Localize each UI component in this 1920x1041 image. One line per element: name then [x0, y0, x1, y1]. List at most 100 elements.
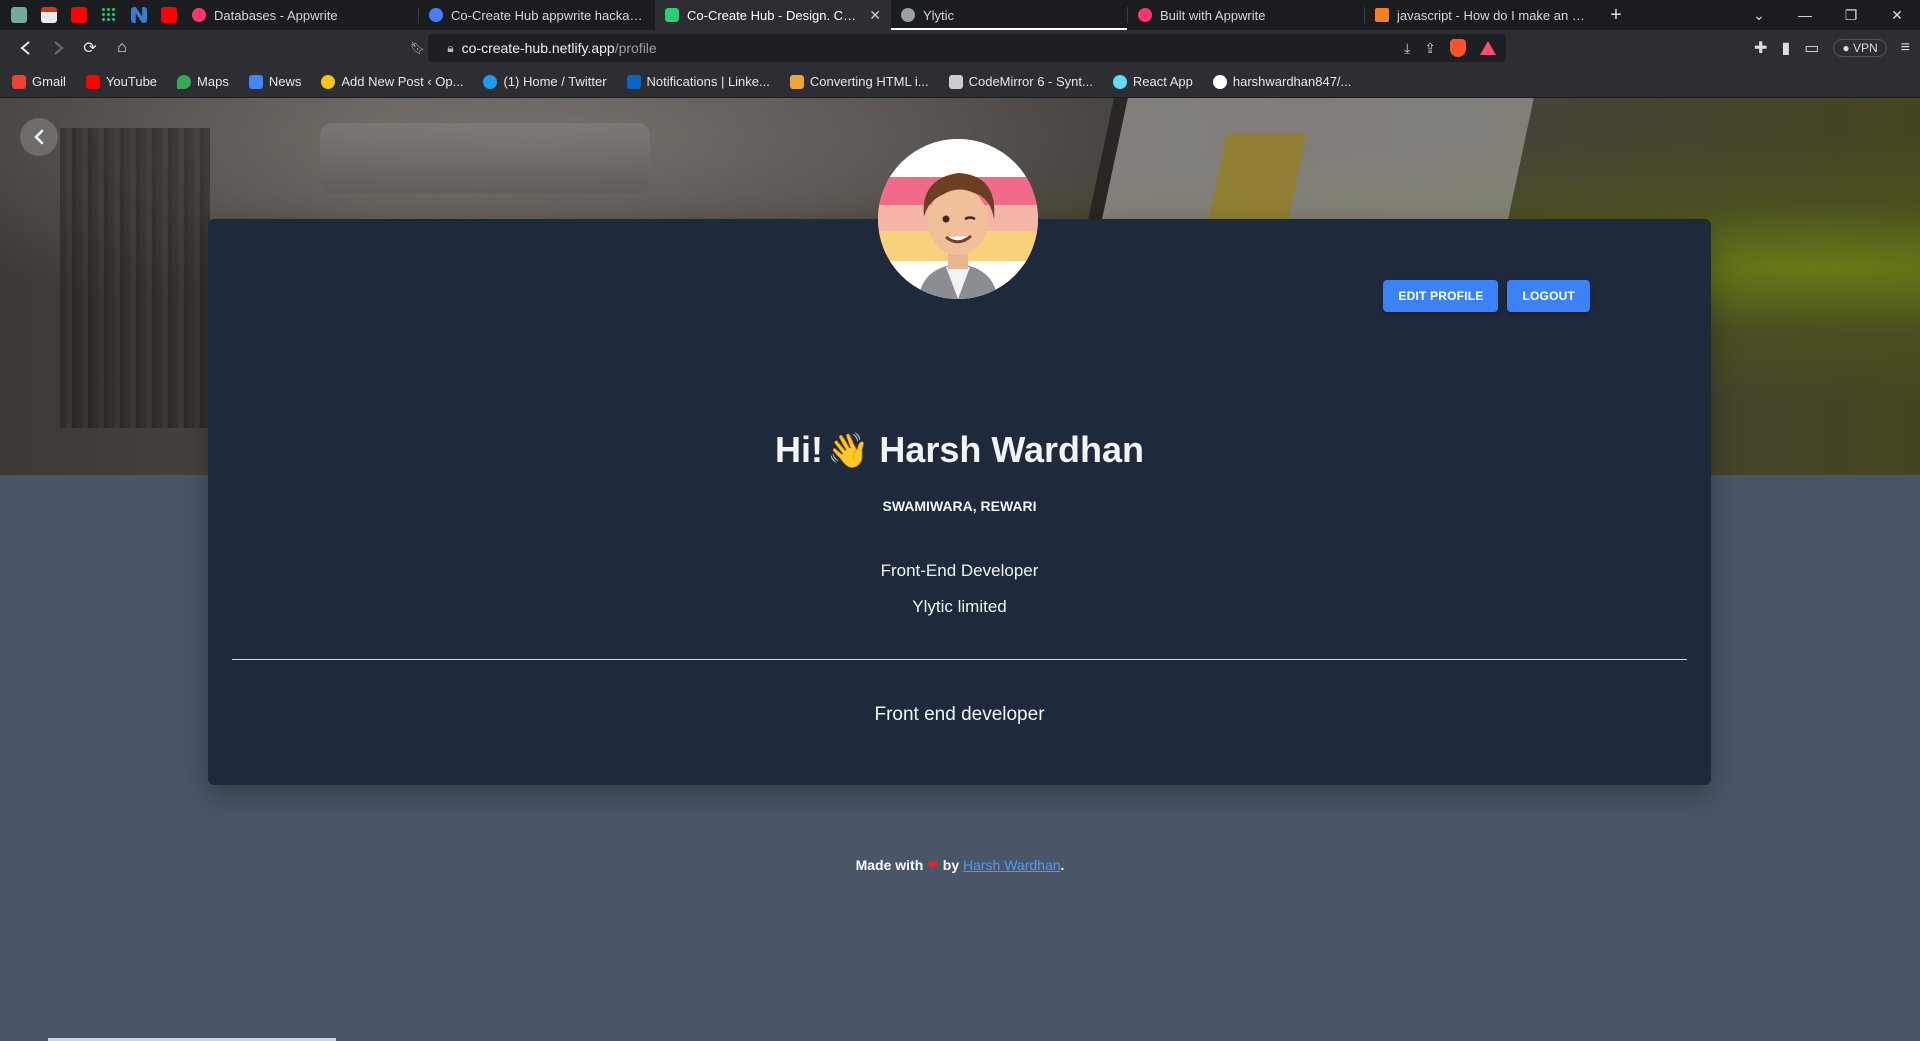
window-close-button[interactable]: ✕: [1874, 0, 1920, 30]
pinned-tab-calendar[interactable]: [36, 2, 62, 28]
close-icon[interactable]: ✕: [869, 7, 881, 24]
news-icon: [248, 74, 263, 89]
bookmark-maps[interactable]: Maps: [177, 74, 229, 89]
bookmark-news[interactable]: News: [248, 74, 302, 89]
reload-icon[interactable]: ⟳: [74, 34, 106, 62]
url-host: co-create-hub.netlify.app: [461, 40, 615, 56]
wallet-icon[interactable]: ▭: [1804, 38, 1819, 58]
bookmark-react-app[interactable]: React App: [1112, 74, 1193, 89]
globe-icon: [901, 8, 915, 22]
profile-location: SWAMIWARA, REWARI: [882, 498, 1037, 514]
brave-rewards-icon[interactable]: [1480, 41, 1496, 55]
co-create-hub-icon: [665, 8, 679, 22]
bookmark-add-new-post[interactable]: Add New Post ‹ Op...: [321, 74, 463, 89]
restore-button[interactable]: ❐: [1828, 0, 1874, 30]
home-icon[interactable]: ⌂: [106, 34, 138, 62]
bookmark-label: (1) Home / Twitter: [503, 74, 607, 89]
youtube-icon: [71, 7, 87, 23]
n-logo-icon: [131, 7, 147, 23]
footer-by: by: [942, 857, 960, 873]
avatar: [878, 139, 1038, 299]
bookmark-gmail[interactable]: Gmail: [12, 74, 66, 89]
linkedin-icon: [626, 74, 641, 89]
edit-profile-button[interactable]: EDIT PROFILE: [1383, 280, 1499, 312]
extensions-icon[interactable]: ✚: [1754, 38, 1767, 58]
profile-company: Ylytic limited: [912, 597, 1007, 616]
bookmark-label: CodeMirror 6 - Synt...: [968, 74, 1093, 89]
pinned-tab-n[interactable]: [126, 2, 152, 28]
profile-page: EDIT PROFILE LOGOUT Hi! 👋 Harsh Wardhan SW…: [0, 98, 1920, 1041]
minimize-button[interactable]: —: [1782, 0, 1828, 30]
install-app-icon[interactable]: ⤓: [1404, 40, 1410, 57]
maps-pin-icon: [177, 74, 192, 89]
profile-card: EDIT PROFILE LOGOUT Hi! 👋 Harsh Wardhan SW…: [208, 139, 1711, 785]
pinned-tab-chatgpt[interactable]: [6, 2, 32, 28]
lock-icon[interactable]: 🔒︎: [447, 41, 453, 56]
logout-button[interactable]: LOGOUT: [1507, 280, 1590, 312]
bookmark-codemirror[interactable]: CodeMirror 6 - Synt...: [948, 74, 1093, 89]
browser-nav-bar: ⟳ ⌂ 🔖︎ 🔒︎ co-create-hub.netlify.app/prof…: [0, 30, 1920, 66]
share-icon[interactable]: ⇪: [1424, 40, 1436, 57]
p-logo-icon: [789, 74, 804, 89]
back-arrow-icon[interactable]: [10, 34, 42, 62]
tab-3[interactable]: Ylytic: [891, 0, 1127, 30]
bookmark-twitter[interactable]: (1) Home / Twitter: [483, 74, 607, 89]
tab-5[interactable]: javascript - How do I make an array w: [1365, 0, 1601, 30]
bookmark-label: News: [268, 74, 302, 89]
appwrite-icon: [192, 8, 206, 22]
bookmark-label: harshwardhan847/...: [1232, 74, 1352, 89]
bookmark-label: Notifications | Linke...: [646, 74, 770, 89]
wave-emoji-icon: 👋: [826, 432, 870, 470]
page-footer: Made with ❤ by Harsh Wardhan.: [0, 857, 1920, 874]
url-path: /profile: [614, 40, 657, 56]
gmail-icon: [12, 74, 26, 89]
calendar-icon: [41, 7, 57, 23]
vpn-button[interactable]: ● VPN: [1833, 39, 1887, 57]
tab-search-chevron-icon[interactable]: ⌄: [1736, 0, 1782, 30]
chatgpt-icon: [11, 7, 27, 23]
new-tab-button[interactable]: +: [1601, 0, 1631, 30]
tab-4[interactable]: Built with Appwrite: [1128, 0, 1364, 30]
pinned-tab-youtube[interactable]: [66, 2, 92, 28]
bookmark-converting-html[interactable]: Converting HTML i...: [789, 74, 929, 89]
bookmark-label: Gmail: [32, 74, 66, 89]
stackoverflow-icon: [1375, 8, 1389, 22]
tab-1[interactable]: Co-Create Hub appwrite hackathon p: [419, 0, 655, 30]
address-bar[interactable]: 🔖︎ 🔒︎ co-create-hub.netlify.app/profile …: [410, 34, 1506, 62]
github-icon: [1212, 74, 1227, 89]
menu-icon[interactable]: ≡: [1901, 39, 1910, 57]
codemirror-icon: [948, 74, 963, 89]
pinned-tab-youtube-2[interactable]: [156, 2, 182, 28]
heart-icon: ❤: [927, 857, 939, 873]
bookmark-label: YouTube: [105, 74, 158, 89]
tab-label: Databases - Appwrite: [214, 7, 338, 23]
back-button[interactable]: [20, 118, 58, 156]
chevron-left-icon: [34, 129, 44, 145]
tab-2-active[interactable]: Co-Create Hub - Design. Code. C ✕: [655, 0, 891, 30]
tab-0[interactable]: Databases - Appwrite: [182, 0, 418, 30]
bookmarks-bar: Gmail YouTube Maps News Add New Post ‹ O…: [0, 66, 1920, 98]
bookmark-github[interactable]: harshwardhan847/...: [1212, 74, 1352, 89]
sidebar-icon[interactable]: ▮: [1781, 38, 1790, 58]
brave-shields-icon[interactable]: [1450, 39, 1466, 57]
pinned-tab-dots[interactable]: [96, 2, 122, 28]
appwrite-icon: [1138, 8, 1152, 22]
memoji-avatar-icon: [878, 139, 1038, 299]
greeting-prefix: Hi!: [774, 429, 823, 470]
bookmark-linkedin[interactable]: Notifications | Linke...: [626, 74, 770, 89]
tab-label: Co-Create Hub appwrite hackathon p: [451, 7, 645, 23]
forward-arrow-icon[interactable]: [42, 34, 74, 62]
vpn-label: VPN: [1852, 41, 1878, 55]
tab-label: Built with Appwrite: [1160, 7, 1266, 23]
footer-period: .: [1060, 857, 1065, 873]
bookmark-youtube[interactable]: YouTube: [85, 74, 158, 89]
pinned-tabs: [0, 2, 182, 28]
url-actions: ⤓ ⇪: [1404, 39, 1496, 57]
card-divider: [232, 659, 1687, 660]
profile-role: Front-End Developer: [880, 561, 1039, 580]
dots-icon: [101, 7, 117, 23]
bookmark-icon[interactable]: 🔖︎: [410, 41, 425, 55]
youtube-icon: [161, 7, 177, 23]
url-text[interactable]: co-create-hub.netlify.app/profile: [462, 40, 657, 56]
author-link[interactable]: Harsh Wardhan: [963, 857, 1061, 873]
